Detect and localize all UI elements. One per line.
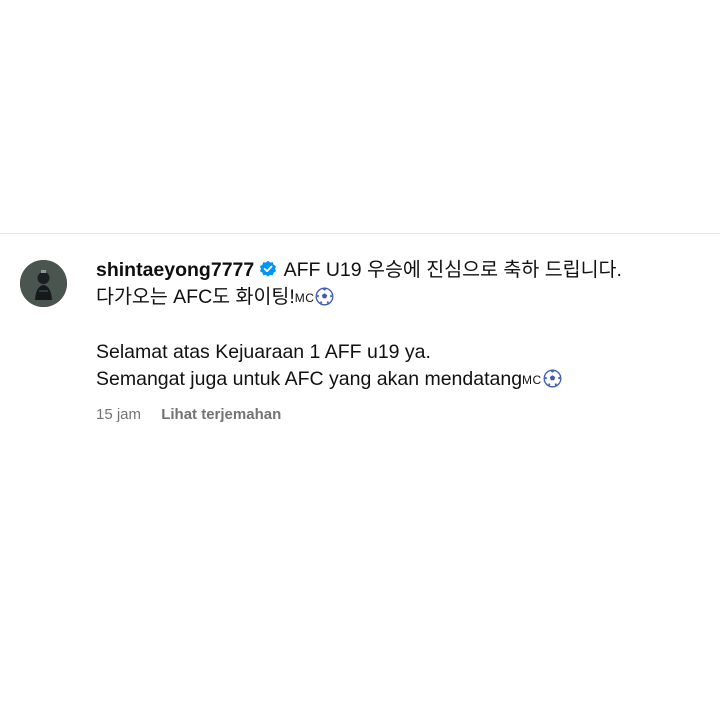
avatar[interactable] <box>20 260 67 307</box>
comment-line-2: 다가오는 AFC도 화이팅!MC <box>96 284 696 312</box>
comment-meta: 15 jam Lihat terjemahan <box>96 405 696 425</box>
comment-screen: shintaeyong7777 AFF U19 우승에 진심으로 축하 드립니다… <box>0 0 720 720</box>
comment-text-line-3: Selamat atas Kejuaraan 1 AFF u19 ya. <box>96 341 431 363</box>
comment-line-1: shintaeyong7777 AFF U19 우승에 진심으로 축하 드립니다… <box>96 257 696 284</box>
comment-line-4: Semangat juga untuk AFC yang akan mendat… <box>96 366 696 394</box>
comment-body: shintaeyong7777 AFF U19 우승에 진심으로 축하 드립니다… <box>96 257 696 425</box>
avatar-image <box>20 260 67 307</box>
verified-badge-icon <box>259 259 277 277</box>
comment-time[interactable]: 15 jam <box>96 406 141 423</box>
see-translation-link[interactable]: Lihat terjemahan <box>161 406 281 423</box>
mc-mark-2: MC <box>522 373 542 387</box>
comment-text-line-1: AFF U19 우승에 진심으로 축하 드립니다. <box>283 259 622 281</box>
mc-mark-1: MC <box>294 291 315 305</box>
comment-text-line-4: Semangat juga untuk AFC yang akan mendat… <box>96 368 523 390</box>
divider <box>0 233 720 234</box>
comment-text-line-2: 다가오는 AFC도 화이팅! <box>96 286 295 308</box>
comment-line-3: Selamat atas Kejuaraan 1 AFF u19 ya. <box>96 339 696 366</box>
soccer-ball-icon <box>543 369 562 388</box>
username[interactable]: shintaeyong7777 <box>96 259 254 281</box>
soccer-ball-icon <box>315 287 334 306</box>
